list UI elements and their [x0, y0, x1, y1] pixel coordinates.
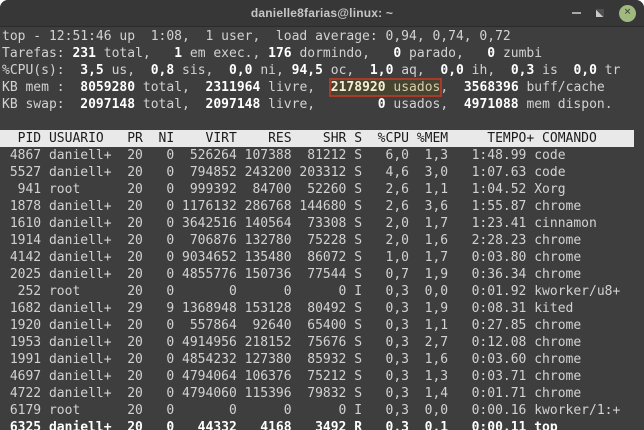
top-summary-line: top - 12:51:46 up 1:08, 1 user, load ave… — [2, 28, 644, 45]
terminal-window: danielle8farias@linux: ~ ✕ top - 12:51:4… — [0, 0, 644, 430]
process-row: 1610 daniell+ 20 0 3642516 140564 73308 … — [2, 215, 644, 232]
process-row: 6325 daniell+ 20 0 44332 4168 3492 R 0,3… — [2, 419, 644, 430]
window-controls: ✕ — [572, 0, 636, 26]
process-row: 1878 daniell+ 20 0 1176132 286768 144680… — [2, 198, 644, 215]
minimize-button[interactable] — [572, 12, 581, 14]
title-bar[interactable]: danielle8farias@linux: ~ ✕ — [0, 0, 644, 27]
top-summary: top - 12:51:46 up 1:08, 1 user, load ave… — [2, 28, 644, 113]
process-row: 1920 daniell+ 20 0 557864 92640 65400 S … — [2, 317, 644, 334]
process-table-body: 4867 daniell+ 20 0 526264 107388 81212 S… — [2, 147, 644, 430]
restore-icon — [596, 9, 604, 17]
blank-line — [2, 113, 644, 130]
close-button[interactable]: ✕ — [619, 5, 636, 22]
process-row: 941 root 20 0 999392 84700 52260 S 2,6 1… — [2, 181, 644, 198]
process-row: 1914 daniell+ 20 0 706876 132780 75228 S… — [2, 232, 644, 249]
process-row: 4697 daniell+ 20 0 4794064 106376 75212 … — [2, 368, 644, 385]
top-summary-line: %CPU(s): 3,5 us, 0,8 sis, 0,0 ni, 94,5 o… — [2, 62, 644, 79]
maximize-button[interactable] — [596, 9, 604, 17]
process-row: 4142 daniell+ 20 0 9034652 135480 86072 … — [2, 249, 644, 266]
top-summary-line: Tarefas: 231 total, 1 em exec., 176 dorm… — [2, 45, 644, 62]
process-row: 1682 daniell+ 29 9 1368948 153128 80492 … — [2, 300, 644, 317]
mem-usados-highlight: 2178920 usados — [331, 80, 441, 95]
process-row: 6179 root 20 0 0 0 0 I 0,3 0,0 0:00.16 k… — [2, 402, 644, 419]
terminal-screen[interactable]: top - 12:51:46 up 1:08, 1 user, load ave… — [0, 27, 644, 430]
window-title: danielle8farias@linux: ~ — [251, 6, 393, 20]
process-row: 1991 daniell+ 20 0 4854232 127380 85932 … — [2, 351, 644, 368]
process-row: 5527 daniell+ 20 0 794852 243200 203312 … — [2, 164, 644, 181]
close-icon: ✕ — [624, 8, 632, 17]
process-row: 252 root 20 0 0 0 0 I 0,3 0,0 0:01.92 kw… — [2, 283, 644, 300]
process-row: 4867 daniell+ 20 0 526264 107388 81212 S… — [2, 147, 644, 164]
process-row: 2025 daniell+ 20 0 4855776 150736 77544 … — [2, 266, 644, 283]
process-table-header: PID USUARIO PR NI VIRT RES SHR S %CPU %M… — [0, 130, 634, 147]
top-summary-line: KB mem : 8059280 total, 2311964 livre, 2… — [2, 79, 644, 96]
minimize-icon — [572, 12, 581, 14]
process-row: 4722 daniell+ 20 0 4794060 115396 79832 … — [2, 385, 644, 402]
process-row: 1953 daniell+ 20 0 4914956 218152 75676 … — [2, 334, 644, 351]
top-summary-line: KB swap: 2097148 total, 2097148 livre, 0… — [2, 96, 644, 113]
